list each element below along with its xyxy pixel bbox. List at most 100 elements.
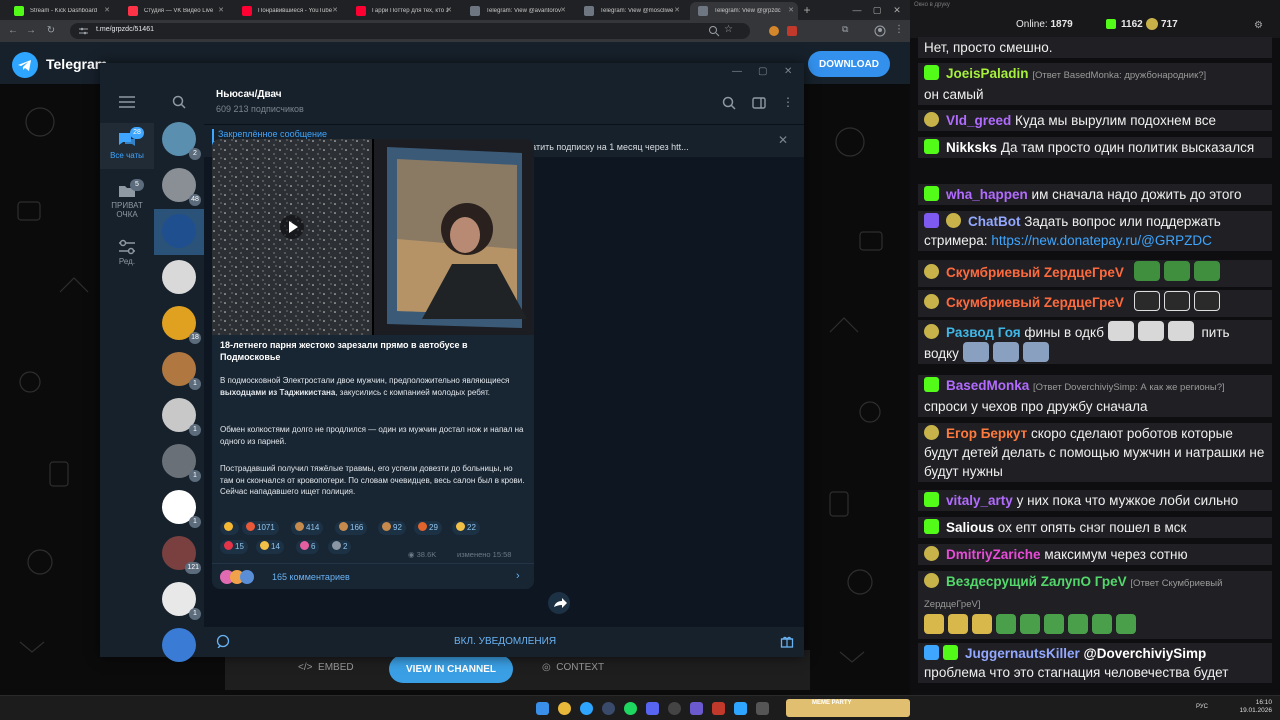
clock[interactable]: 16:10 19.01.2026 <box>1228 699 1272 715</box>
telegram-active-icon[interactable] <box>734 702 747 715</box>
reaction-chip[interactable]: 166 <box>335 521 368 535</box>
discord-icon[interactable] <box>646 702 659 715</box>
gift-icon[interactable] <box>780 634 794 653</box>
comments-button[interactable]: 165 комментариев › <box>212 563 534 589</box>
tab[interactable]: Гарри Поттер для тех, кто з ✕ <box>348 2 456 20</box>
comment-bubble-icon[interactable] <box>216 634 230 653</box>
reaction-chip[interactable]: 22 <box>452 521 480 535</box>
more-options-icon[interactable]: ⋮ <box>782 95 794 109</box>
sidebar-toggle-icon[interactable] <box>752 96 766 115</box>
folder-all-chats[interactable]: Все чаты 28 <box>100 123 154 169</box>
back-button[interactable]: ← <box>6 24 20 38</box>
username[interactable]: Скумбриевый ZердцеГреV <box>946 295 1124 310</box>
telegram-icon[interactable] <box>580 702 593 715</box>
username[interactable]: Развод Гоя <box>946 325 1021 340</box>
donate-link[interactable]: https://new.donatepay.ru/@GRPZDC <box>991 233 1212 248</box>
chat-item[interactable]: 121 <box>154 531 204 577</box>
close-tab-icon[interactable]: ✕ <box>560 6 566 16</box>
tab[interactable]: Telegram: View @moscliwe ✕ <box>576 2 684 20</box>
video-preview[interactable] <box>212 139 534 335</box>
reaction-chip[interactable]: 14 <box>256 540 284 554</box>
zoom-icon[interactable] <box>708 24 720 38</box>
minimize-button[interactable]: — <box>732 66 742 77</box>
close-tab-icon[interactable]: ✕ <box>332 6 338 16</box>
extension-icon[interactable] <box>768 24 780 38</box>
username[interactable]: Вездесрущий ZалупО ГреV <box>946 574 1127 589</box>
folder-edit[interactable]: Ред. <box>100 233 154 273</box>
new-tab-button[interactable]: + <box>800 3 814 17</box>
reaction-chip[interactable]: 15 <box>220 540 248 554</box>
address-bar[interactable]: t.me/grpzdc/51461 <box>70 23 750 39</box>
view-in-channel-button[interactable]: VIEW IN CHANNEL <box>389 655 513 683</box>
minimize-button[interactable]: — <box>850 4 864 16</box>
chat-item[interactable] <box>154 623 204 669</box>
tab[interactable]: Telegram: View @avantorov ✕ <box>462 2 570 20</box>
username[interactable]: BasedMonka <box>946 378 1029 393</box>
username[interactable]: vitaly_arty <box>946 493 1013 508</box>
channel-header[interactable]: Ньюсач/Двач 609 213 подписчиков ⋮ <box>204 83 804 125</box>
hamburger-menu-icon[interactable] <box>119 95 135 113</box>
username[interactable]: Скумбриевый ZердцеГреV <box>946 265 1124 280</box>
unmute-notifications-button[interactable]: ВКЛ. УВЕДОМЛЕНИЯ <box>454 636 556 647</box>
start-icon[interactable] <box>536 702 549 715</box>
close-window-button[interactable]: ✕ <box>890 4 904 16</box>
username[interactable]: JoeisPaladin <box>946 66 1029 81</box>
reaction-chip[interactable]: 6 <box>296 540 320 554</box>
profile-icon[interactable] <box>874 24 886 38</box>
chat-item[interactable]: 1 <box>154 577 204 623</box>
bookmark-star-icon[interactable]: ☆ <box>724 24 736 38</box>
chat-item[interactable]: 2 <box>154 117 204 163</box>
extension-icon[interactable] <box>786 24 798 38</box>
spotify-icon[interactable] <box>624 702 637 715</box>
language-indicator[interactable]: РУС <box>1196 704 1208 710</box>
menu-dots-icon[interactable]: ⋮ <box>894 24 906 38</box>
play-button[interactable] <box>280 215 304 239</box>
download-button[interactable]: DOWNLOAD <box>808 51 890 77</box>
telegram-logo-icon[interactable] <box>12 52 38 78</box>
tab[interactable]: Студия — VK Видео Live ✕ <box>120 2 228 20</box>
chrome-icon[interactable] <box>558 702 571 715</box>
chat-item[interactable] <box>154 255 204 301</box>
chat-item[interactable]: 1 <box>154 485 204 531</box>
tab[interactable]: Понравившиеся - YouTube ✕ <box>234 2 342 20</box>
maximize-button[interactable]: ▢ <box>758 66 767 77</box>
tab[interactable]: Stream - Kick Dashboard ✕ <box>6 2 114 20</box>
chat-item-active[interactable] <box>154 209 204 255</box>
obs-icon[interactable] <box>668 702 681 715</box>
telegram-brand[interactable]: Telegram <box>46 56 107 72</box>
steam-icon[interactable] <box>602 702 615 715</box>
close-tab-icon[interactable]: ✕ <box>788 6 794 16</box>
reaction-chip[interactable]: 2 <box>328 540 352 554</box>
forward-button[interactable]: → <box>24 24 38 38</box>
username[interactable]: Salious <box>946 520 994 535</box>
app-icon[interactable] <box>712 702 725 715</box>
settings-icon[interactable]: ⚙ <box>1254 20 1263 31</box>
search-icon[interactable] <box>722 96 736 115</box>
username[interactable]: Vld_greed <box>946 113 1011 128</box>
username[interactable]: Егор Беркут <box>946 426 1027 441</box>
context-button[interactable]: ◎ CONTEXT <box>542 662 604 673</box>
mention[interactable]: @DoverchiviySimp <box>1084 646 1207 661</box>
close-tab-icon[interactable]: ✕ <box>218 6 224 16</box>
embed-button[interactable]: </> EMBED <box>298 662 354 673</box>
username[interactable]: JuggernautsKiller <box>965 646 1080 661</box>
app-icon[interactable] <box>690 702 703 715</box>
site-info-icon[interactable] <box>79 27 88 35</box>
close-window-button[interactable]: ✕ <box>784 66 792 77</box>
close-pinned-icon[interactable]: ✕ <box>778 133 788 147</box>
username[interactable]: ChatBot <box>968 214 1021 229</box>
reaction-chip[interactable]: 414 <box>291 521 324 535</box>
reaction-chip[interactable]: 1071 <box>242 521 279 535</box>
username[interactable]: Nikksks <box>946 140 997 155</box>
close-tab-icon[interactable]: ✕ <box>446 6 452 16</box>
close-tab-icon[interactable]: ✕ <box>674 6 680 16</box>
username[interactable]: DmitriyZariche <box>946 547 1041 562</box>
username[interactable]: wha_happen <box>946 187 1028 202</box>
reaction-chip[interactable]: 29 <box>414 521 442 535</box>
chat-item[interactable]: 18 <box>154 301 204 347</box>
reaction-chip[interactable] <box>220 521 239 535</box>
search-icon[interactable] <box>172 95 186 114</box>
tab-active[interactable]: Telegram: View @grpzdc ✕ <box>690 2 798 20</box>
chat-item[interactable]: 1 <box>154 439 204 485</box>
folder-private[interactable]: ПРИВАТ ОЧКА 5 <box>100 175 154 225</box>
